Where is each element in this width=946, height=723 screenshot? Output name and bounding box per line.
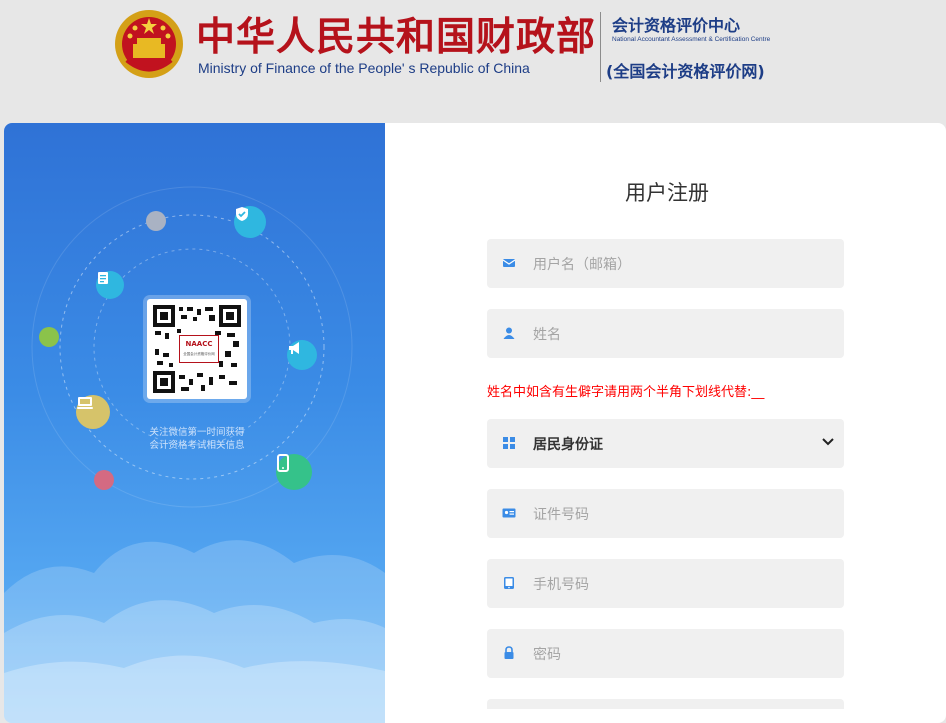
password-field[interactable] bbox=[487, 629, 844, 680]
ministry-title-cn: 中华人民共和国财政部 bbox=[196, 15, 597, 60]
follow-line-1: 关注微信第一时间获得 bbox=[149, 427, 245, 438]
id-card-icon bbox=[502, 508, 516, 518]
user-icon bbox=[503, 327, 515, 339]
next-field-partial[interactable] bbox=[487, 699, 844, 709]
follow-line-2: 会计资格考试相关信息 bbox=[149, 440, 245, 451]
naacc-badge: NAACC 全国会计资格评价网 bbox=[179, 335, 219, 363]
site-header: 中华人民共和国财政部 Ministry of Finance of the Pe… bbox=[0, 0, 946, 120]
mobile-icon bbox=[276, 454, 312, 490]
orbit-dot-grey bbox=[146, 211, 166, 231]
center-title-en: National Accountant Assessment & Certifi… bbox=[612, 36, 771, 43]
envelope-icon bbox=[502, 259, 516, 267]
shield-icon bbox=[234, 206, 266, 238]
wechat-qr-code: NAACC 全国会计资格评价网 bbox=[147, 299, 247, 399]
orbit-decoration bbox=[4, 186, 385, 723]
ministry-title-en: Ministry of Finance of the People' s Rep… bbox=[198, 60, 530, 76]
lock-icon bbox=[504, 646, 514, 659]
promo-panel: NAACC 全国会计资格评价网 关注微信第一时间获得 会计资格考试相关信息 bbox=[4, 123, 385, 723]
document-icon bbox=[96, 271, 124, 299]
name-notice: 姓名中如含有生僻字请用两个半角下划线代替:__ bbox=[487, 385, 765, 400]
national-emblem-icon bbox=[115, 10, 183, 78]
name-field[interactable] bbox=[487, 309, 844, 360]
name-input[interactable] bbox=[531, 309, 835, 360]
orbit-dot-green bbox=[39, 327, 59, 347]
grid-icon bbox=[503, 437, 515, 449]
header-divider bbox=[600, 12, 601, 82]
orbit-dot-pink bbox=[94, 470, 114, 490]
id-number-field[interactable] bbox=[487, 489, 844, 540]
password-input[interactable] bbox=[531, 629, 835, 680]
username-input[interactable] bbox=[531, 239, 835, 290]
chevron-down-icon bbox=[822, 438, 834, 446]
id-number-input[interactable] bbox=[531, 489, 835, 540]
tablet-icon bbox=[504, 577, 514, 589]
megaphone-icon bbox=[287, 340, 317, 370]
site-title-cn: (全国会计资格评价网) bbox=[606, 62, 765, 81]
id-type-select[interactable]: 居民身份证 bbox=[487, 419, 844, 468]
form-title: 用户注册 bbox=[625, 181, 709, 205]
id-type-value: 居民身份证 bbox=[533, 437, 603, 453]
phone-field[interactable] bbox=[487, 559, 844, 610]
phone-input[interactable] bbox=[531, 559, 835, 610]
computer-icon bbox=[76, 395, 110, 429]
wechat-follow-text: 关注微信第一时间获得 会计资格考试相关信息 bbox=[122, 426, 272, 452]
username-field[interactable] bbox=[487, 239, 844, 290]
center-title-cn: 会计资格评价中心 bbox=[612, 16, 741, 35]
